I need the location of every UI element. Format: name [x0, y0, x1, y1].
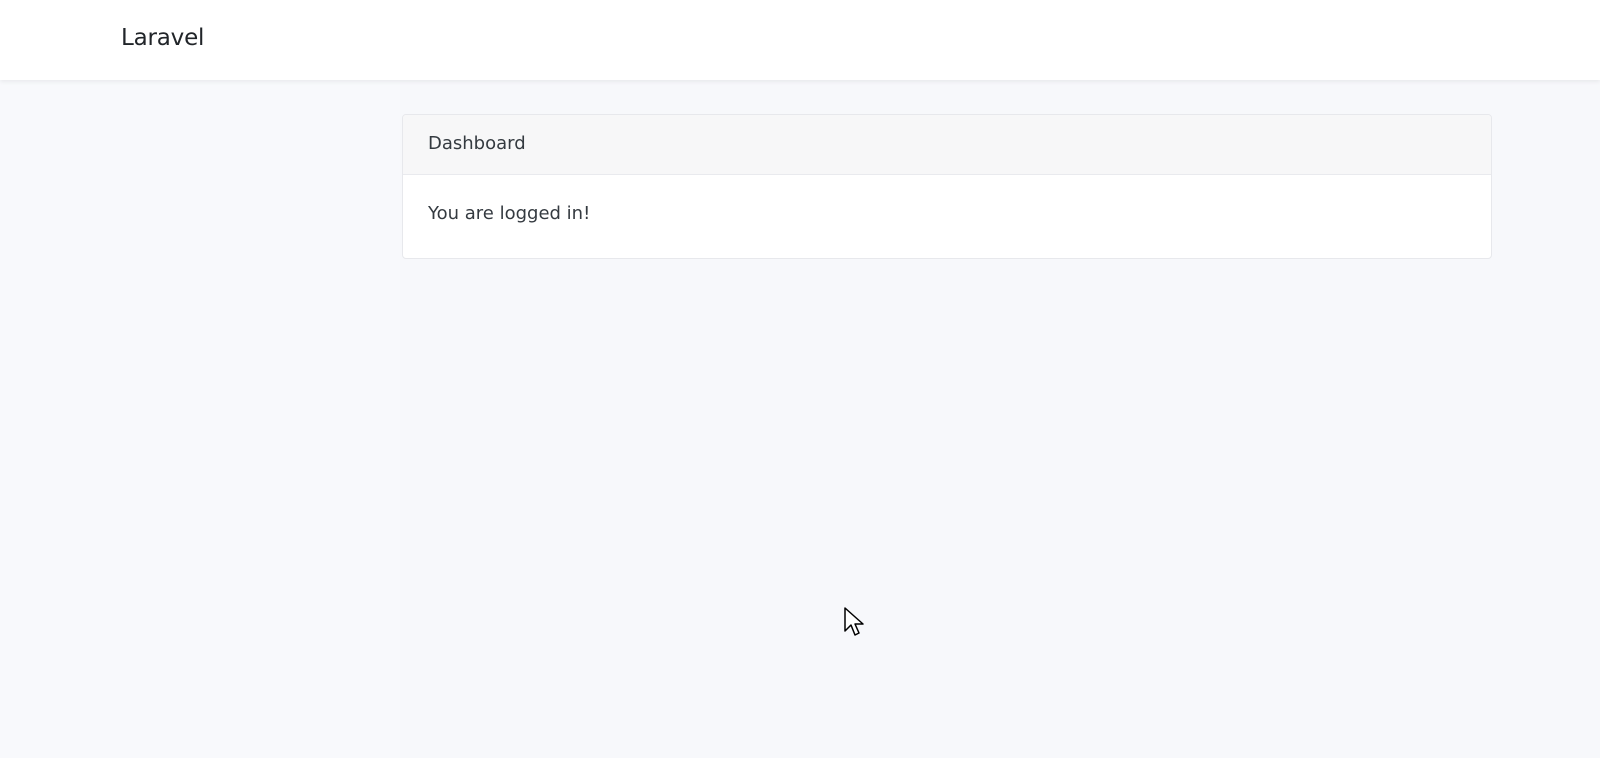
card-body: You are logged in!	[428, 203, 591, 224]
top-navbar: Laravel	[0, 0, 1600, 80]
arrow-cursor-icon	[844, 607, 864, 636]
dashboard-card: Dashboard You are logged in!	[402, 114, 1492, 259]
brand-link[interactable]: Laravel	[121, 22, 204, 54]
card-header: Dashboard	[403, 115, 1491, 175]
